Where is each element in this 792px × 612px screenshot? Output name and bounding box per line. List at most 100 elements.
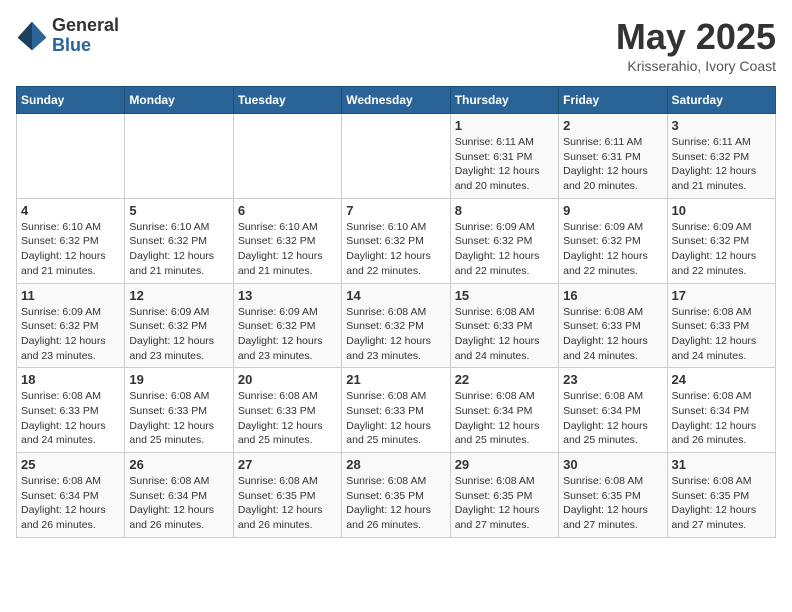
- day-info: Sunrise: 6:08 AMSunset: 6:32 PMDaylight:…: [346, 305, 445, 364]
- weekday-header: Thursday: [450, 87, 558, 114]
- day-number: 6: [238, 203, 337, 218]
- day-number: 5: [129, 203, 228, 218]
- calendar-week-row: 18 Sunrise: 6:08 AMSunset: 6:33 PMDayligh…: [17, 368, 776, 453]
- day-info: Sunrise: 6:09 AMSunset: 6:32 PMDaylight:…: [455, 220, 554, 279]
- day-number: 21: [346, 372, 445, 387]
- day-number: 26: [129, 457, 228, 472]
- day-number: 20: [238, 372, 337, 387]
- table-row: 14 Sunrise: 6:08 AMSunset: 6:32 PMDayligh…: [342, 283, 450, 368]
- weekday-header: Wednesday: [342, 87, 450, 114]
- table-row: 12 Sunrise: 6:09 AMSunset: 6:32 PMDayligh…: [125, 283, 233, 368]
- table-row: 19 Sunrise: 6:08 AMSunset: 6:33 PMDayligh…: [125, 368, 233, 453]
- calendar-week-row: 4Sunrise: 6:10 AMSunset: 6:32 PMDaylight…: [17, 198, 776, 283]
- day-info: Sunrise: 6:08 AMSunset: 6:34 PMDaylight:…: [455, 389, 554, 448]
- table-row: 25Sunrise: 6:08 AMSunset: 6:34 PMDayligh…: [17, 453, 125, 538]
- day-number: 29: [455, 457, 554, 472]
- table-row: 7Sunrise: 6:10 AMSunset: 6:32 PMDaylight…: [342, 198, 450, 283]
- logo-general-text: General: [52, 16, 119, 36]
- day-number: 17: [672, 288, 771, 303]
- day-number: 3: [672, 118, 771, 133]
- day-info: Sunrise: 6:08 AMSunset: 6:33 PMDaylight:…: [563, 305, 662, 364]
- day-info: Sunrise: 6:11 AMSunset: 6:31 PMDaylight:…: [455, 135, 554, 194]
- day-number: 16: [563, 288, 662, 303]
- day-number: 27: [238, 457, 337, 472]
- weekday-header: Saturday: [667, 87, 775, 114]
- table-row: 9Sunrise: 6:09 AMSunset: 6:32 PMDaylight…: [559, 198, 667, 283]
- table-row: 8 Sunrise: 6:09 AMSunset: 6:32 PMDaylight…: [450, 198, 558, 283]
- day-info: Sunrise: 6:11 AMSunset: 6:31 PMDaylight:…: [563, 135, 662, 194]
- day-number: 22: [455, 372, 554, 387]
- day-info: Sunrise: 6:08 AMSunset: 6:34 PMDaylight:…: [21, 474, 120, 533]
- day-number: 8: [455, 203, 554, 218]
- day-info: Sunrise: 6:10 AMSunset: 6:32 PMDaylight:…: [129, 220, 228, 279]
- logo-blue-text: Blue: [52, 36, 119, 56]
- day-info: Sunrise: 6:08 AMSunset: 6:33 PMDaylight:…: [346, 389, 445, 448]
- table-row: 22 Sunrise: 6:08 AMSunset: 6:34 PMDayligh…: [450, 368, 558, 453]
- day-number: 19: [129, 372, 228, 387]
- table-row: 13Sunrise: 6:09 AMSunset: 6:32 PMDayligh…: [233, 283, 341, 368]
- table-row: 20 Sunrise: 6:08 AMSunset: 6:33 PMDayligh…: [233, 368, 341, 453]
- day-info: Sunrise: 6:08 AMSunset: 6:35 PMDaylight:…: [346, 474, 445, 533]
- table-row: [342, 114, 450, 199]
- logo-text: General Blue: [52, 16, 119, 56]
- day-number: 11: [21, 288, 120, 303]
- table-row: 26 Sunrise: 6:08 AMSunset: 6:34 PMDayligh…: [125, 453, 233, 538]
- calendar-body: 1 Sunrise: 6:11 AMSunset: 6:31 PMDaylight…: [17, 114, 776, 538]
- day-info: Sunrise: 6:08 AMSunset: 6:35 PMDaylight:…: [455, 474, 554, 533]
- weekday-header: Tuesday: [233, 87, 341, 114]
- day-number: 1: [455, 118, 554, 133]
- day-number: 31: [672, 457, 771, 472]
- calendar-table: SundayMondayTuesdayWednesdayThursdayFrid…: [16, 86, 776, 538]
- day-number: 30: [563, 457, 662, 472]
- table-row: [17, 114, 125, 199]
- day-info: Sunrise: 6:09 AMSunset: 6:32 PMDaylight:…: [672, 220, 771, 279]
- weekday-row: SundayMondayTuesdayWednesdayThursdayFrid…: [17, 87, 776, 114]
- day-info: Sunrise: 6:09 AMSunset: 6:32 PMDaylight:…: [129, 305, 228, 364]
- day-info: Sunrise: 6:08 AMSunset: 6:33 PMDaylight:…: [672, 305, 771, 364]
- weekday-header: Sunday: [17, 87, 125, 114]
- calendar-week-row: 1 Sunrise: 6:11 AMSunset: 6:31 PMDaylight…: [17, 114, 776, 199]
- calendar-week-row: 11 Sunrise: 6:09 AMSunset: 6:32 PMDayligh…: [17, 283, 776, 368]
- day-info: Sunrise: 6:08 AMSunset: 6:33 PMDaylight:…: [129, 389, 228, 448]
- day-info: Sunrise: 6:09 AMSunset: 6:32 PMDaylight:…: [238, 305, 337, 364]
- day-number: 18: [21, 372, 120, 387]
- day-info: Sunrise: 6:10 AMSunset: 6:32 PMDaylight:…: [238, 220, 337, 279]
- day-number: 7: [346, 203, 445, 218]
- calendar-title: May 2025: [616, 16, 776, 58]
- table-row: 18Sunrise: 6:08 AMSunset: 6:33 PMDayligh…: [17, 368, 125, 453]
- day-number: 15: [455, 288, 554, 303]
- table-row: 24 Sunrise: 6:08 AMSunset: 6:34 PMDayligh…: [667, 368, 775, 453]
- day-number: 12: [129, 288, 228, 303]
- day-info: Sunrise: 6:09 AMSunset: 6:32 PMDaylight:…: [21, 305, 120, 364]
- table-row: 3Sunrise: 6:11 AMSunset: 6:32 PMDaylight…: [667, 114, 775, 199]
- calendar-subtitle: Krisserahio, Ivory Coast: [616, 58, 776, 74]
- page-header: General Blue May 2025 Krisserahio, Ivory…: [16, 16, 776, 74]
- day-number: 28: [346, 457, 445, 472]
- title-block: May 2025 Krisserahio, Ivory Coast: [616, 16, 776, 74]
- table-row: 31Sunrise: 6:08 AMSunset: 6:35 PMDayligh…: [667, 453, 775, 538]
- table-row: 30 Sunrise: 6:08 AMSunset: 6:35 PMDayligh…: [559, 453, 667, 538]
- day-info: Sunrise: 6:08 AMSunset: 6:35 PMDaylight:…: [238, 474, 337, 533]
- table-row: 2 Sunrise: 6:11 AMSunset: 6:31 PMDaylight…: [559, 114, 667, 199]
- table-row: 5 Sunrise: 6:10 AMSunset: 6:32 PMDaylight…: [125, 198, 233, 283]
- calendar-week-row: 25Sunrise: 6:08 AMSunset: 6:34 PMDayligh…: [17, 453, 776, 538]
- day-info: Sunrise: 6:09 AMSunset: 6:32 PMDaylight:…: [563, 220, 662, 279]
- day-number: 24: [672, 372, 771, 387]
- table-row: 10Sunrise: 6:09 AMSunset: 6:32 PMDayligh…: [667, 198, 775, 283]
- table-row: 11 Sunrise: 6:09 AMSunset: 6:32 PMDayligh…: [17, 283, 125, 368]
- table-row: 28 Sunrise: 6:08 AMSunset: 6:35 PMDayligh…: [342, 453, 450, 538]
- day-number: 2: [563, 118, 662, 133]
- calendar-header: SundayMondayTuesdayWednesdayThursdayFrid…: [17, 87, 776, 114]
- day-number: 23: [563, 372, 662, 387]
- day-info: Sunrise: 6:08 AMSunset: 6:34 PMDaylight:…: [672, 389, 771, 448]
- table-row: 23Sunrise: 6:08 AMSunset: 6:34 PMDayligh…: [559, 368, 667, 453]
- table-row: 4Sunrise: 6:10 AMSunset: 6:32 PMDaylight…: [17, 198, 125, 283]
- table-row: 6 Sunrise: 6:10 AMSunset: 6:32 PMDaylight…: [233, 198, 341, 283]
- day-number: 14: [346, 288, 445, 303]
- day-info: Sunrise: 6:08 AMSunset: 6:33 PMDaylight:…: [455, 305, 554, 364]
- day-info: Sunrise: 6:08 AMSunset: 6:34 PMDaylight:…: [129, 474, 228, 533]
- logo-icon: [16, 20, 48, 52]
- day-info: Sunrise: 6:08 AMSunset: 6:35 PMDaylight:…: [563, 474, 662, 533]
- weekday-header: Monday: [125, 87, 233, 114]
- day-info: Sunrise: 6:08 AMSunset: 6:33 PMDaylight:…: [238, 389, 337, 448]
